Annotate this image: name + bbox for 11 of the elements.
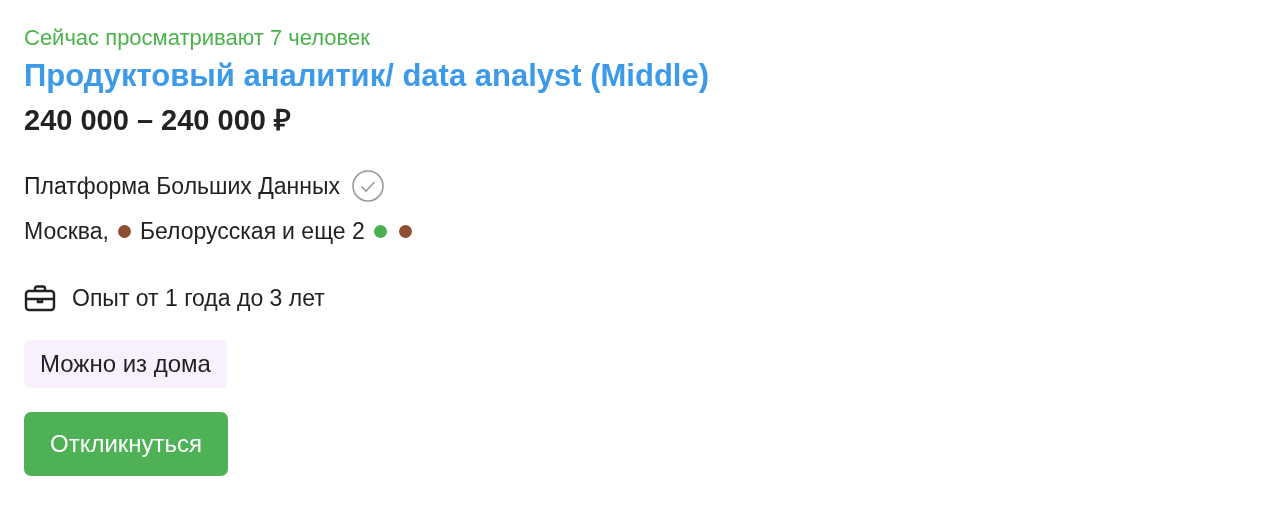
- salary: 240 000 – 240 000 ₽: [24, 103, 291, 138]
- more-stations: и еще 2: [282, 217, 365, 245]
- company-name[interactable]: Платформа Больших Данных: [24, 172, 341, 200]
- metro-station: Белорусская: [139, 217, 277, 245]
- experience: Опыт от 1 года до 3 лет: [72, 284, 325, 312]
- viewers-count: Сейчас просматривают 7 человек: [24, 24, 370, 52]
- vacancy-title[interactable]: Продуктовый аналитик/ data analyst (Middle): [24, 54, 709, 98]
- briefcase-icon: [24, 284, 56, 312]
- work-format-tag: Можно из дома: [24, 340, 227, 388]
- apply-button[interactable]: Откликнуться: [24, 412, 229, 476]
- city: Москва,: [24, 217, 109, 245]
